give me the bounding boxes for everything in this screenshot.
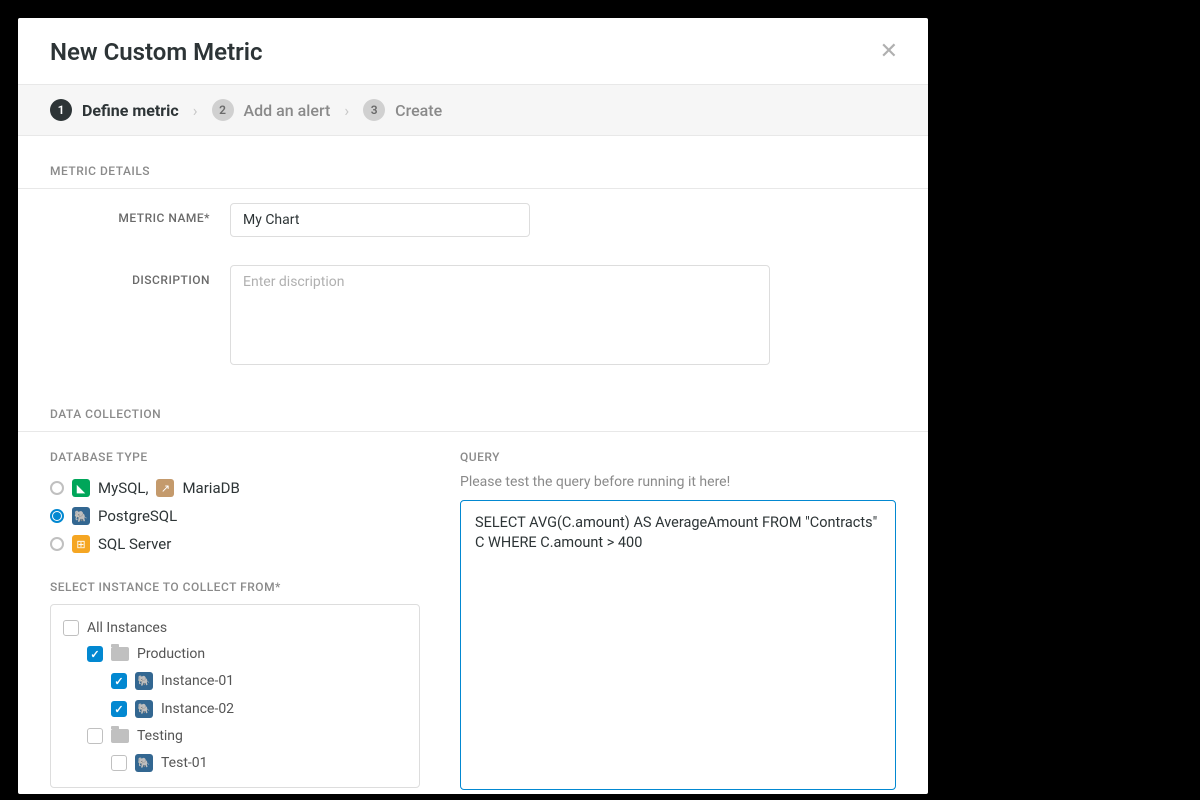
tree-testing[interactable]: Testing [63,723,407,749]
row-description: DISCRIPTION [18,251,928,379]
modal-body: METRIC DETAILS METRIC NAME* DISCRIPTION … [18,136,928,794]
query-hint: Please test the query before running it … [460,474,896,490]
tree-instance-02[interactable]: ✓ 🐘 Instance-02 [63,695,407,723]
chevron-right-icon: › [344,101,349,120]
sqlserver-label: SQL Server [98,535,171,553]
radio-icon [50,481,64,495]
tree-all-instances[interactable]: All Instances [63,615,407,641]
label-description: DISCRIPTION [50,265,230,287]
step-create[interactable]: 3 Create [363,99,442,121]
column-right: QUERY Please test the query before runni… [460,450,896,794]
postgresql-label: PostgreSQL [98,507,177,525]
postgresql-icon: 🐘 [72,507,90,525]
instance-tree: All Instances ✓ Production ✓ 🐘 Instance-… [50,604,420,788]
checkbox-icon [111,755,127,771]
label-query: QUERY [460,450,896,464]
row-metric-name: METRIC NAME* [18,189,928,251]
radio-icon [50,537,64,551]
tree-label: Test-01 [161,755,208,771]
postgresql-icon: 🐘 [135,700,153,718]
tree-production[interactable]: ✓ Production [63,641,407,667]
mysql-label: MySQL, [98,479,148,497]
tree-test-01[interactable]: 🐘 Test-01 [63,749,407,777]
folder-icon [111,647,129,661]
tree-label: All Instances [87,620,167,636]
modal-header: New Custom Metric ✕ [18,18,928,84]
radio-postgresql[interactable]: 🐘 PostgreSQL [50,502,420,530]
checkbox-icon: ✓ [111,673,127,689]
description-input[interactable] [230,265,770,365]
postgresql-icon: 🐘 [135,672,153,690]
sqlserver-icon: ⊞ [72,535,90,553]
chevron-right-icon: › [193,101,198,120]
tree-label: Instance-02 [161,701,234,717]
close-icon[interactable]: ✕ [880,41,898,63]
steps-bar: 1 Define metric › 2 Add an alert › 3 Cre… [18,84,928,136]
mariadb-icon: ↗ [156,479,174,497]
radio-sqlserver[interactable]: ⊞ SQL Server [50,530,420,558]
radio-icon [50,509,64,523]
label-select-instance: SELECT INSTANCE TO COLLECT FROM* [50,580,420,594]
checkbox-icon [87,728,103,744]
label-metric-name: METRIC NAME* [50,203,230,225]
section-data-collection: DATA COLLECTION [18,379,928,432]
checkbox-icon [63,620,79,636]
metric-name-input[interactable] [230,203,530,237]
step-label: Create [395,101,442,120]
mysql-icon: ◣ [72,479,90,497]
checkbox-icon: ✓ [111,701,127,717]
new-custom-metric-modal: New Custom Metric ✕ 1 Define metric › 2 … [18,18,928,794]
folder-icon [111,729,129,743]
tree-label: Instance-01 [161,673,234,689]
step-add-alert[interactable]: 2 Add an alert [212,99,331,121]
checkbox-icon: ✓ [87,646,103,662]
data-collection-columns: DATABASE TYPE ◣ MySQL, ↗ MariaDB 🐘 Postg… [18,432,928,794]
step-number: 3 [363,99,385,121]
label-database-type: DATABASE TYPE [50,450,420,464]
step-number: 1 [50,99,72,121]
column-left: DATABASE TYPE ◣ MySQL, ↗ MariaDB 🐘 Postg… [50,450,420,794]
step-number: 2 [212,99,234,121]
tree-label: Testing [137,728,183,744]
step-label: Define metric [82,101,179,120]
modal-title: New Custom Metric [50,38,263,66]
section-metric-details: METRIC DETAILS [18,136,928,189]
tree-instance-01[interactable]: ✓ 🐘 Instance-01 [63,667,407,695]
step-label: Add an alert [244,101,331,120]
query-input[interactable] [460,500,896,790]
postgresql-icon: 🐘 [135,754,153,772]
mariadb-label: MariaDB [182,479,239,497]
tree-label: Production [137,646,205,662]
radio-mysql-mariadb[interactable]: ◣ MySQL, ↗ MariaDB [50,474,420,502]
step-define-metric[interactable]: 1 Define metric [50,99,179,121]
